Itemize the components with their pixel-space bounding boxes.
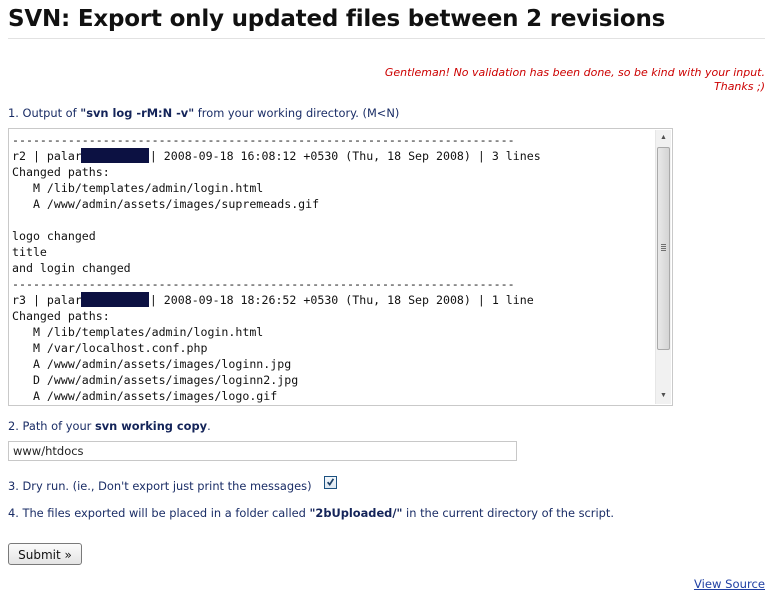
log-line: r3 | palar | 2008-09-18 18:26:52 +0530 (T… xyxy=(12,292,654,308)
log-line: title xyxy=(12,245,47,259)
step-4-folder: "2bUploaded/" xyxy=(309,506,403,520)
step-4-label: 4. The files exported will be placed in … xyxy=(8,506,614,520)
log-scrollbar[interactable]: ▲ ▼ xyxy=(655,130,671,404)
log-line: ----------------------------------------… xyxy=(12,133,515,147)
redacted-author-block xyxy=(80,292,149,307)
warning-line-1: Gentleman! No validation has been done, … xyxy=(384,66,765,79)
log-line: A /www/admin/assets/images/supremeads.gi… xyxy=(12,197,320,211)
step-1-command: "svn log -rM:N -v" xyxy=(80,106,195,120)
log-line: r2 | palar | 2008-09-18 16:08:12 +0530 (T… xyxy=(12,148,654,164)
log-revision-details: | 2008-09-18 16:08:12 +0530 (Thu, 18 Sep… xyxy=(149,149,541,163)
svn-log-content[interactable]: ----------------------------------------… xyxy=(12,132,654,403)
log-line: ----------------------------------------… xyxy=(12,277,515,291)
step-2-label: 2. Path of your svn working copy. xyxy=(8,419,211,433)
log-line: M /lib/templates/admin/login.html xyxy=(12,181,264,195)
log-line: logo changed xyxy=(12,229,96,243)
scroll-down-icon[interactable]: ▼ xyxy=(656,388,671,404)
step-4-prefix: 4. The files exported will be placed in … xyxy=(8,506,310,520)
page-title: SVN: Export only updated files between 2… xyxy=(8,6,666,32)
checkmark-icon xyxy=(327,478,334,486)
log-line: Changed paths: xyxy=(12,165,110,179)
thumb-grip-line xyxy=(661,246,666,247)
submit-button[interactable]: Submit » xyxy=(8,543,82,565)
thumb-grip-line xyxy=(661,248,666,249)
log-line: D /www/admin/assets/images/loginn2.jpg xyxy=(12,373,299,387)
log-line: M /var/localhost.conf.php xyxy=(12,341,208,355)
step-1-label: 1. Output of "svn log -rM:N -v" from you… xyxy=(8,106,399,120)
log-line: Changed paths: xyxy=(12,309,110,323)
log-revision-prefix: r3 | palar xyxy=(12,293,82,307)
log-line: and login changed xyxy=(12,261,131,275)
redacted-author-block xyxy=(80,148,149,163)
step-1-prefix: 1. Output of xyxy=(8,106,81,120)
scroll-up-icon[interactable]: ▲ xyxy=(656,130,671,146)
view-source-link[interactable]: View Source xyxy=(694,577,765,591)
step-4-suffix: in the current directory of the script. xyxy=(402,506,614,520)
working-copy-path-input[interactable] xyxy=(8,441,517,461)
step-1-suffix: from your working directory. (M<N) xyxy=(194,106,400,120)
scroll-thumb[interactable] xyxy=(657,147,670,350)
step-2-suffix: . xyxy=(207,419,211,433)
log-line: A /www/admin/assets/images/logo.gif xyxy=(12,389,278,403)
log-revision-prefix: r2 | palar xyxy=(12,149,82,163)
log-revision-details: | 2008-09-18 18:26:52 +0530 (Thu, 18 Sep… xyxy=(149,293,534,307)
title-divider xyxy=(8,38,765,39)
validation-warning: Gentleman! No validation has been done, … xyxy=(345,66,765,94)
step-2-prefix: 2. Path of your xyxy=(8,419,95,433)
warning-line-2: Thanks ;) xyxy=(714,80,765,93)
svn-log-textarea[interactable]: ----------------------------------------… xyxy=(8,128,673,406)
dry-run-checkbox[interactable] xyxy=(324,476,337,489)
thumb-grip-line xyxy=(661,244,666,245)
log-line: A /www/admin/assets/images/loginn.jpg xyxy=(12,357,292,371)
thumb-grip-line xyxy=(661,250,666,251)
step-3-label: 3. Dry run. (ie., Don't export just prin… xyxy=(8,479,312,493)
log-line: M /lib/templates/admin/login.html xyxy=(12,325,264,339)
step-2-emphasis: svn working copy xyxy=(94,419,208,433)
